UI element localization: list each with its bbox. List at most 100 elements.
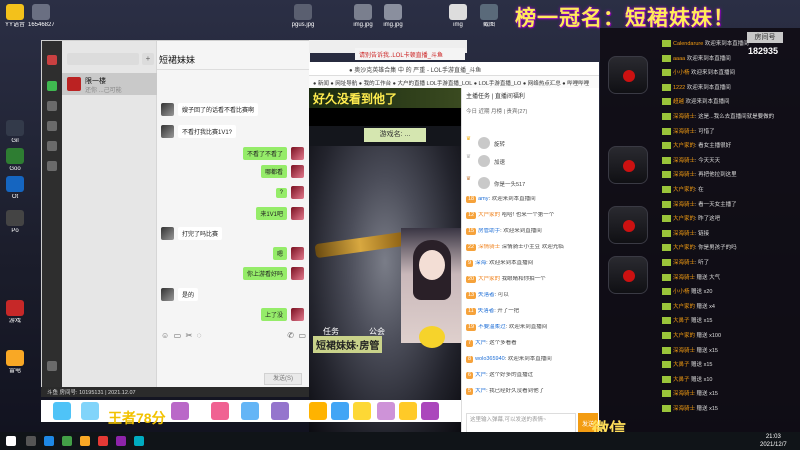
message-bubble[interactable]: 来1V1吧 (256, 207, 287, 220)
danmaku-username[interactable]: amy (478, 196, 488, 202)
desktop-icon-ld[interactable]: 雷电 (2, 350, 28, 375)
desktop-icon-top-3[interactable]: img.jpg (380, 4, 406, 29)
desktop-icon-label: Gil (11, 138, 19, 144)
overlay-text: : 可惜了 (695, 128, 715, 135)
message-bubble[interactable]: ? (275, 187, 287, 198)
danmaku-username[interactable]: 大户 (475, 340, 486, 346)
phone-icon[interactable]: ✆ (287, 331, 294, 340)
message-bubble[interactable]: 不看打我比赛1V1? (178, 125, 237, 138)
video-call-icon[interactable]: ▭ (298, 331, 306, 340)
message-bubble[interactable]: 上了没 (260, 308, 287, 321)
favorites-nav-icon[interactable] (47, 121, 57, 131)
add-chat-button[interactable]: + (142, 53, 154, 65)
danmaku-username[interactable]: 深海 (475, 260, 486, 266)
desktop-icon-top-4[interactable]: img (445, 4, 471, 29)
gift-icon[interactable] (211, 402, 229, 420)
level-icon (662, 405, 671, 412)
message-bubble[interactable]: 哪都看 (260, 165, 287, 178)
taskbar-app-icon[interactable] (62, 436, 72, 446)
rank-item[interactable]: ♛ 旋转 (466, 136, 596, 150)
gift-icon[interactable] (331, 402, 349, 420)
desktop-icon-top-2[interactable]: img.jpg (350, 4, 376, 29)
desktop-icon-game[interactable]: 游戏 (2, 300, 28, 325)
desktop-icon-yy[interactable]: YY语音 (2, 4, 28, 29)
rank-item[interactable]: ♛ 你是一头517 (466, 176, 596, 190)
address-bar[interactable]: ● 奥沙克英雄合集 中 的 严重 - LOL手游直播_斗鱼 (309, 62, 599, 76)
avatar (478, 155, 490, 167)
message-bubble[interactable]: 打完了吗比赛 (178, 227, 223, 240)
danmaku-username[interactable]: 深情骑士 (478, 244, 500, 250)
taskbar-app-icon[interactable] (98, 436, 108, 446)
emoji-icon[interactable]: ☺ (161, 331, 169, 340)
danmaku-username[interactable]: 大户 (475, 388, 486, 394)
message-bubble[interactable]: 是的 (178, 288, 199, 301)
taskbar-app-icon[interactable] (44, 436, 54, 446)
bookmarks-bar[interactable]: ● 新闻 ● 网址导航 ● 我的工作台 ● 大户的直播 LOL手游直播_LOL … (309, 76, 599, 88)
gift-icon[interactable] (377, 402, 395, 420)
gift-icon[interactable] (271, 402, 289, 420)
gift-icon[interactable] (81, 402, 99, 420)
danmaku-username[interactable]: 不要温柔过 (478, 324, 506, 330)
search-icon[interactable] (26, 436, 36, 446)
gift-icon[interactable] (309, 402, 327, 420)
search-input[interactable] (67, 53, 139, 65)
message-bubble[interactable]: 你上游看好吗 (242, 267, 287, 280)
danmaku-username[interactable]: wolo365940 (475, 356, 505, 362)
danmaku-username[interactable]: 大户家的 (478, 276, 500, 282)
rank-item[interactable]: ♛ 加速 (466, 154, 596, 168)
desktop-icon-gil[interactable]: Gil (2, 120, 28, 145)
chat-nav-icon[interactable] (47, 81, 57, 91)
gift-icon[interactable] (53, 402, 71, 420)
taskbar-clock[interactable]: 21:03 2021/12/7 (760, 433, 787, 449)
desktop-icon-file[interactable]: 165468276... (28, 4, 54, 29)
scissors-icon[interactable]: ✂ (186, 331, 193, 340)
message-bubble[interactable]: 嫂子回了的话看不看比赛啊 (178, 103, 259, 116)
stream-chat-panel: 主播任务 | 直播间福利 今日 近期 月榜 | 贵宾(27) ♛ 旋转 ♛ 加速 ♛… (461, 88, 599, 443)
gift-icon[interactable] (399, 402, 417, 420)
gift-icon[interactable] (241, 402, 259, 420)
files-nav-icon[interactable] (47, 141, 57, 151)
desktop-icon-top-5[interactable]: 截图 (476, 4, 502, 29)
danmaku-username[interactable]: 失落者 (478, 308, 495, 314)
gift-icon[interactable] (171, 402, 189, 420)
danmaku-username[interactable]: 失落者 (478, 292, 495, 298)
taskbar-app-icon[interactable] (116, 436, 126, 446)
avatar[interactable] (47, 55, 57, 65)
gift-icon[interactable] (353, 402, 371, 420)
start-icon[interactable] (6, 436, 16, 446)
rank-tabs[interactable]: 今日 近期 月榜 | 贵宾(27) (462, 106, 600, 116)
send-button[interactable]: 发送(S) (264, 373, 302, 385)
folder-icon[interactable]: ▭ (174, 331, 182, 340)
moments-nav-icon[interactable] (47, 161, 57, 171)
conversation-item[interactable]: 限一楼 还你 ...己可能 (62, 73, 157, 95)
taskbar-app-icon[interactable] (134, 436, 144, 446)
contacts-nav-icon[interactable] (47, 101, 57, 111)
overlay-line: 深海骑士 赠送 x15 (662, 405, 800, 413)
avatar (161, 125, 174, 138)
overlay-text: 赠送 x20 (689, 289, 713, 296)
desktop-icon-top-1[interactable]: pgus.jpg (290, 4, 316, 29)
overlay-username: 大户家的 (673, 332, 696, 339)
chat-bubble-icon[interactable]: ◌ (197, 331, 202, 340)
panel-tabs[interactable]: 主播任务 | 直播间福利 (462, 88, 600, 100)
menu-nav-icon[interactable] (47, 361, 57, 371)
danmaku-username[interactable]: 大户家的 (478, 212, 500, 218)
message-bubble[interactable]: 嗯 (272, 247, 287, 260)
desktop-icon-po[interactable]: Po (2, 210, 28, 235)
gift-icon[interactable] (421, 402, 439, 420)
danmaku-username[interactable]: 房管助手 (478, 228, 500, 234)
stream-video[interactable]: 好久没看到他了 游戏名: ... 任务 公会 短裙妹妹·房管 (309, 88, 461, 443)
overlay-text: : 听了 (695, 259, 710, 266)
avatar (291, 165, 304, 178)
browser-tab[interactable]: 请别告诉我..LOL卡顿直播_斗鱼 (355, 48, 465, 60)
danmaku-username[interactable]: 大户 (475, 372, 486, 378)
level-icon (662, 317, 671, 325)
overlay-text: 赠送 x100 (695, 332, 721, 339)
desktop-icon-label: Ot (11, 194, 19, 200)
speaker-icon (608, 206, 648, 244)
desktop-icon-goo[interactable]: Goo (2, 148, 28, 173)
taskbar-app-icon[interactable] (80, 436, 90, 446)
desktop-icon-ot[interactable]: Ot (2, 176, 28, 201)
level-icon (662, 346, 671, 354)
message-bubble[interactable]: 不看了不看了 (242, 147, 287, 160)
